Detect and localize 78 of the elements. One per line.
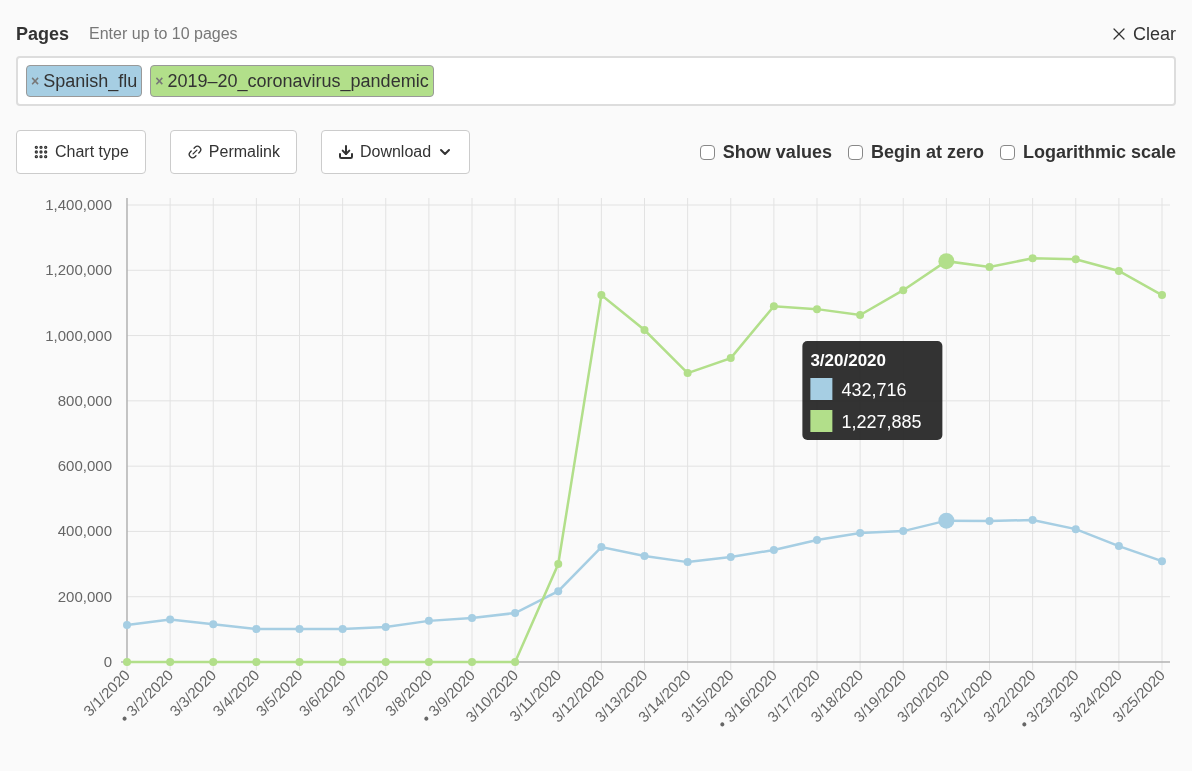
data-point[interactable] — [295, 625, 304, 634]
y-axis-label: 0 — [103, 653, 112, 670]
y-axis-label: 400,000 — [57, 522, 112, 540]
y-axis-label: 1,400,000 — [45, 196, 112, 213]
data-point[interactable] — [1158, 291, 1166, 300]
data-point[interactable] — [468, 658, 476, 666]
y-axis-label: 200,000 — [57, 587, 112, 605]
data-point[interactable] — [1071, 525, 1080, 534]
data-point[interactable] — [769, 302, 778, 311]
data-point[interactable] — [166, 658, 175, 666]
data-point[interactable] — [938, 512, 955, 529]
tooltip: 3/20/2020 432,716 1,227,885 — [802, 341, 943, 440]
data-point[interactable] — [1071, 255, 1080, 264]
data-point[interactable] — [769, 546, 778, 555]
data-point[interactable] — [683, 369, 692, 378]
y-axis-label: 1,200,000 — [45, 261, 112, 279]
data-point[interactable] — [899, 286, 908, 295]
data-point[interactable] — [726, 552, 735, 561]
data-point[interactable] — [597, 291, 606, 300]
data-point[interactable] — [338, 625, 347, 634]
data-point[interactable] — [511, 658, 520, 666]
toolbar-button[interactable]: Chart type — [16, 130, 146, 174]
data-point[interactable] — [938, 253, 955, 270]
y-axis-label: 600,000 — [57, 457, 112, 475]
data-point[interactable] — [209, 620, 218, 629]
data-point[interactable] — [424, 658, 433, 666]
data-point[interactable] — [856, 529, 865, 538]
data-point[interactable] — [1028, 516, 1037, 524]
data-point[interactable] — [813, 305, 821, 314]
data-point[interactable] — [295, 658, 304, 666]
data-point[interactable] — [1158, 557, 1166, 566]
data-point[interactable] — [1114, 266, 1123, 275]
toolbar-button[interactable]: Download — [320, 130, 471, 174]
pages-label: Pages — [16, 23, 70, 46]
pages-input[interactable]: × Spanish_flu × 2019–20_coronavirus_pandemic — [16, 56, 1176, 106]
checkbox[interactable] — [999, 144, 1015, 160]
data-point[interactable] — [899, 527, 908, 536]
option-label: Begin at zero — [870, 141, 984, 164]
toolbar-button[interactable]: Permalink — [169, 130, 297, 174]
data-point[interactable] — [209, 658, 218, 666]
data-point[interactable] — [554, 560, 563, 569]
data-point[interactable] — [985, 517, 994, 525]
data-point[interactable] — [511, 609, 520, 618]
checkbox[interactable] — [699, 144, 715, 160]
clear-button[interactable]: Clear — [1109, 20, 1176, 48]
data-point[interactable] — [1028, 254, 1037, 263]
data-point[interactable] — [554, 587, 563, 596]
data-point[interactable] — [683, 558, 692, 567]
download-icon — [337, 144, 354, 160]
y-axis-label: 1,000,000 — [45, 326, 112, 344]
data-point[interactable] — [166, 615, 175, 624]
data-point[interactable] — [726, 354, 735, 363]
option-label: Logarithmic scale — [1022, 141, 1176, 164]
data-point[interactable] — [123, 621, 131, 630]
data-point[interactable] — [381, 623, 390, 632]
data-point[interactable] — [1114, 542, 1123, 551]
data-point[interactable] — [252, 658, 261, 666]
page-title: 2019–20_coronavirus_pandemic — [167, 70, 429, 94]
data-point[interactable] — [424, 616, 433, 625]
data-point[interactable] — [123, 658, 131, 666]
data-point[interactable] — [640, 326, 649, 334]
data-point[interactable] — [338, 658, 347, 666]
page-chip[interactable]: × Spanish_flu — [26, 65, 143, 97]
data-point[interactable] — [985, 263, 994, 271]
data-point[interactable] — [381, 658, 390, 666]
grid-icon — [33, 144, 49, 160]
data-point[interactable] — [252, 625, 261, 634]
page-chip[interactable]: × 2019–20_coronavirus_pandemic — [150, 65, 434, 97]
data-point[interactable] — [597, 543, 606, 552]
option-label: Show values — [722, 141, 832, 164]
data-point[interactable] — [640, 551, 649, 560]
checkbox[interactable] — [847, 144, 863, 160]
data-point[interactable] — [856, 311, 865, 319]
data-point[interactable] — [468, 613, 476, 622]
y-axis-label: 800,000 — [57, 391, 112, 409]
pages-hint: Enter up to 10 pages — [89, 24, 238, 44]
page-title: Spanish_flu — [43, 70, 138, 94]
data-point[interactable] — [813, 535, 821, 544]
